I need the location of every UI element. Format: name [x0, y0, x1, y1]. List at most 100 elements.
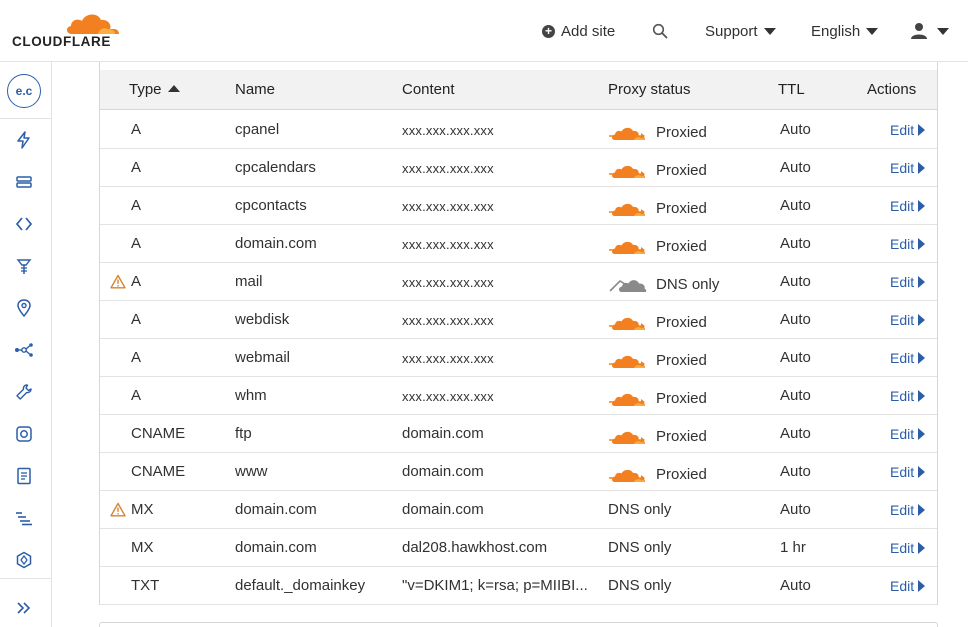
edit-record-button[interactable]: Edit [890, 160, 926, 176]
proxy-status: Proxied [608, 425, 707, 447]
app-icon [16, 426, 32, 442]
sidebar-item-zero-trust[interactable] [14, 550, 34, 570]
edit-label: Edit [890, 198, 915, 214]
user-menu[interactable] [910, 20, 949, 42]
caret-right-icon [918, 580, 926, 592]
table-row[interactable]: Amail xxx.xxx.xxx.xxx DNS only Auto Edit [100, 263, 937, 301]
proxy-status-label: Proxied [656, 351, 707, 369]
edit-label: Edit [890, 578, 915, 594]
cloudflare-logo[interactable]: CLOUDFLARE [10, 10, 122, 50]
table-row[interactable]: CNAME ftp domain.com Proxied Auto Edit [100, 415, 937, 453]
column-header-proxy-status[interactable]: Proxy status [608, 81, 691, 98]
record-type: A [131, 311, 142, 328]
table-row[interactable]: Awebdisk xxx.xxx.xxx.xxx Proxied Auto Edit [100, 301, 937, 339]
search-button[interactable] [652, 20, 668, 42]
record-type: MX [131, 501, 154, 518]
record-name: cpcalendars [235, 159, 316, 176]
orange-cloud-proxied-icon [609, 317, 645, 330]
language-dropdown[interactable]: English [811, 20, 879, 42]
add-site-button[interactable]: + Add site [542, 20, 615, 42]
proxy-status: Proxied [608, 121, 707, 143]
column-header-ttl[interactable]: TTL [778, 81, 805, 98]
sidebar-item-tools[interactable] [14, 382, 34, 402]
record-content: xxx.xxx.xxx.xxx [402, 389, 494, 404]
record-name: cpcontacts [235, 197, 307, 214]
record-ttl: Auto [780, 235, 811, 252]
orange-cloud-proxied-icon [609, 127, 645, 140]
sidebar-item-apps[interactable] [14, 424, 34, 444]
edit-record-button[interactable]: Edit [890, 122, 926, 138]
location-pin-icon [17, 299, 31, 317]
column-header-name[interactable]: Name [235, 81, 275, 98]
bolt-icon [17, 131, 30, 149]
table-row[interactable]: TXT default._domainkey "v=DKIM1; k=rsa; p=… [100, 567, 937, 605]
chevron-down-icon [866, 27, 879, 35]
dns-records-table: Type Name Content Proxy status TTL Actio… [99, 62, 938, 605]
plus-circle-icon: + [542, 24, 555, 38]
sidebar-item-pages[interactable] [14, 466, 34, 486]
record-type: CNAME [131, 463, 186, 480]
record-type: A [131, 349, 142, 366]
table-row[interactable]: MX domain.com dal208.hawkhost.com DNS only 1… [100, 529, 937, 567]
edit-record-button[interactable]: Edit [890, 236, 926, 252]
table-row[interactable]: Awebmail xxx.xxx.xxx.xxx Proxied Auto Edit [100, 339, 937, 377]
table-row[interactable]: Awhm xxx.xxx.xxx.xxx Proxied Auto Edit [100, 377, 937, 415]
column-header-actions: Actions [867, 81, 917, 98]
sidebar-expand-button[interactable] [14, 598, 34, 618]
edit-record-button[interactable]: Edit [890, 540, 926, 556]
caret-right-icon [918, 124, 926, 136]
record-content: domain.com [402, 463, 484, 480]
edit-record-button[interactable]: Edit [890, 426, 926, 442]
column-header-content[interactable]: Content [402, 81, 455, 98]
edit-record-button[interactable]: Edit [890, 464, 926, 480]
edit-record-button[interactable]: Edit [890, 502, 926, 518]
table-row[interactable]: Acpanel xxx.xxx.xxx.xxx Proxied Auto Edit [100, 111, 937, 149]
table-row[interactable]: Adomain.com xxx.xxx.xxx.xxx Proxied Auto Edi… [100, 225, 937, 263]
account-badge[interactable]: e.c [7, 74, 41, 108]
record-name: www [235, 463, 268, 480]
proxy-status-label: DNS only [608, 501, 672, 518]
record-name: domain.com [235, 501, 317, 518]
document-icon [17, 467, 31, 485]
record-name: domain.com [235, 235, 317, 252]
edit-record-button[interactable]: Edit [890, 274, 926, 290]
record-ttl: Auto [780, 387, 811, 404]
table-row[interactable]: Acpcalendars xxx.xxx.xxx.xxx Proxied Auto Ed… [100, 149, 937, 187]
sidebar-item-speed[interactable] [14, 130, 34, 150]
proxy-status-label: Proxied [656, 237, 707, 255]
sidebar-item-caching[interactable] [14, 172, 34, 192]
record-content: domain.com [402, 425, 484, 442]
record-ttl: Auto [780, 349, 811, 366]
table-row[interactable]: MX domain.com domain.com DNS only Auto Edit [100, 491, 937, 529]
sidebar-item-traffic[interactable] [14, 298, 34, 318]
edit-label: Edit [890, 122, 915, 138]
table-row[interactable]: Acpcontacts xxx.xxx.xxx.xxx Proxied Auto Edi… [100, 187, 937, 225]
record-content: "v=DKIM1; k=rsa; p=MIIBI... [402, 577, 588, 594]
caret-right-icon [918, 276, 926, 288]
edit-record-button[interactable]: Edit [890, 198, 926, 214]
record-ttl: Auto [780, 197, 811, 214]
proxy-status-label: Proxied [656, 313, 707, 331]
record-type: A [131, 159, 142, 176]
record-content: domain.com [402, 501, 484, 518]
edit-record-button[interactable]: Edit [890, 388, 926, 404]
edit-label: Edit [890, 502, 915, 518]
warning-icon [110, 274, 126, 289]
sidebar-item-network[interactable] [14, 340, 34, 360]
proxy-status-label: Proxied [656, 389, 707, 407]
sidebar-item-logs[interactable] [14, 508, 34, 528]
edit-record-button[interactable]: Edit [890, 312, 926, 328]
sidebar-item-rules[interactable] [14, 256, 34, 276]
edit-record-button[interactable]: Edit [890, 350, 926, 366]
cloud-logo-icon [66, 14, 119, 34]
column-header-type[interactable]: Type [129, 81, 180, 98]
proxy-status-label: Proxied [656, 427, 707, 445]
edit-record-button[interactable]: Edit [890, 578, 926, 594]
orange-cloud-proxied-icon [609, 355, 645, 368]
table-row[interactable]: CNAME www domain.com Proxied Auto Edit [100, 453, 937, 491]
support-dropdown[interactable]: Support [705, 20, 776, 42]
record-content: xxx.xxx.xxx.xxx [402, 199, 494, 214]
proxy-status: DNS only [608, 501, 671, 518]
record-content: xxx.xxx.xxx.xxx [402, 351, 494, 366]
sidebar-item-workers[interactable] [14, 214, 34, 234]
